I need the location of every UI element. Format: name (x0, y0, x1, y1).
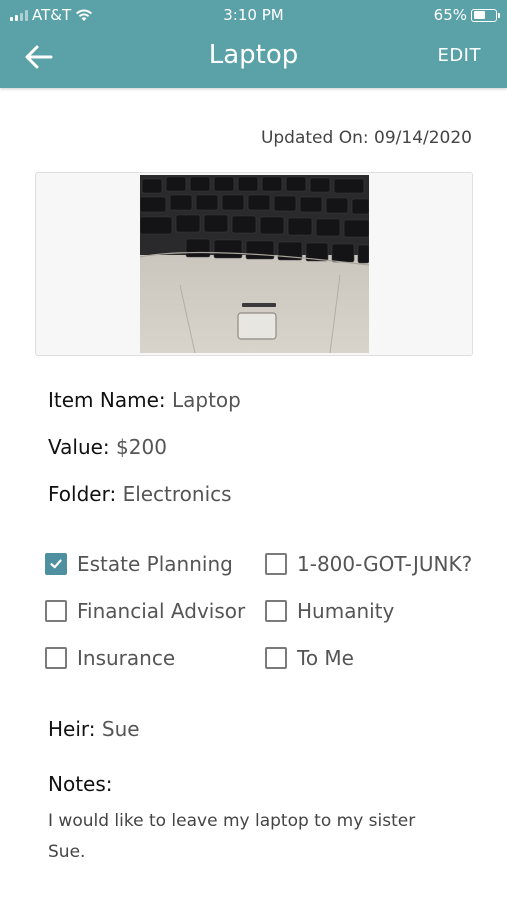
value-field: Value: $200 (48, 435, 167, 459)
status-time: 3:10 PM (223, 6, 284, 24)
checkbox-label: Insurance (77, 646, 176, 670)
updated-label: Updated On: (260, 128, 369, 148)
status-bar: AT&T 3:10 PM 65% (0, 0, 507, 30)
checkbox-label: Financial Advisor (77, 599, 246, 623)
checkbox-estate-planning[interactable]: Estate Planning (45, 552, 233, 576)
checkbox-box[interactable] (265, 553, 287, 575)
item-name-value: Laptop (172, 388, 241, 412)
item-name-field: Item Name: Laptop (48, 388, 241, 412)
updated-date: 09/14/2020 (374, 128, 472, 148)
folder-label: Folder: (48, 482, 117, 506)
checkbox-to-me[interactable]: To Me (265, 646, 354, 670)
battery-icon (471, 8, 500, 22)
checkbox-got-junk[interactable]: 1-800-GOT-JUNK? (265, 552, 472, 576)
item-photo-card[interactable] (35, 172, 473, 356)
battery-percent: 65% (433, 6, 467, 24)
checkbox-label: Humanity (297, 599, 395, 623)
item-photo[interactable] (140, 175, 369, 353)
value-label: Value: (48, 435, 110, 459)
value-value: $200 (116, 435, 167, 459)
checkbox-box[interactable] (45, 553, 67, 575)
page-title: Laptop (208, 40, 299, 70)
updated-on: Updated On: 09/14/2020 (261, 128, 472, 148)
heir-label: Heir: (48, 717, 96, 741)
checkbox-box[interactable] (45, 600, 67, 622)
checkbox-box[interactable] (45, 647, 67, 669)
notes-label: Notes: (48, 772, 113, 796)
checkbox-box[interactable] (265, 600, 287, 622)
app-header: AT&T 3:10 PM 65% Laptop EDIT (0, 0, 507, 88)
checkbox-label: To Me (297, 646, 354, 670)
checkbox-box[interactable] (265, 647, 287, 669)
heir-value: Sue (101, 717, 140, 741)
battery-group: 65% (433, 6, 500, 24)
item-name-label: Item Name: (48, 388, 166, 412)
edit-button[interactable]: EDIT (437, 45, 481, 66)
folder-field: Folder: Electronics (48, 482, 232, 506)
checkbox-insurance[interactable]: Insurance (45, 646, 175, 670)
notes-heading: Notes: (48, 772, 113, 796)
checkbox-humanity[interactable]: Humanity (265, 599, 394, 623)
notes-text: I would like to leave my laptop to my si… (48, 811, 416, 862)
checkbox-label: Estate Planning (77, 552, 233, 576)
folder-value: Electronics (122, 482, 232, 506)
heir-field: Heir: Sue (48, 717, 140, 741)
checkbox-label: 1-800-GOT-JUNK? (297, 552, 473, 576)
checkbox-financial-advisor[interactable]: Financial Advisor (45, 599, 245, 623)
checkmark-icon (50, 559, 62, 569)
